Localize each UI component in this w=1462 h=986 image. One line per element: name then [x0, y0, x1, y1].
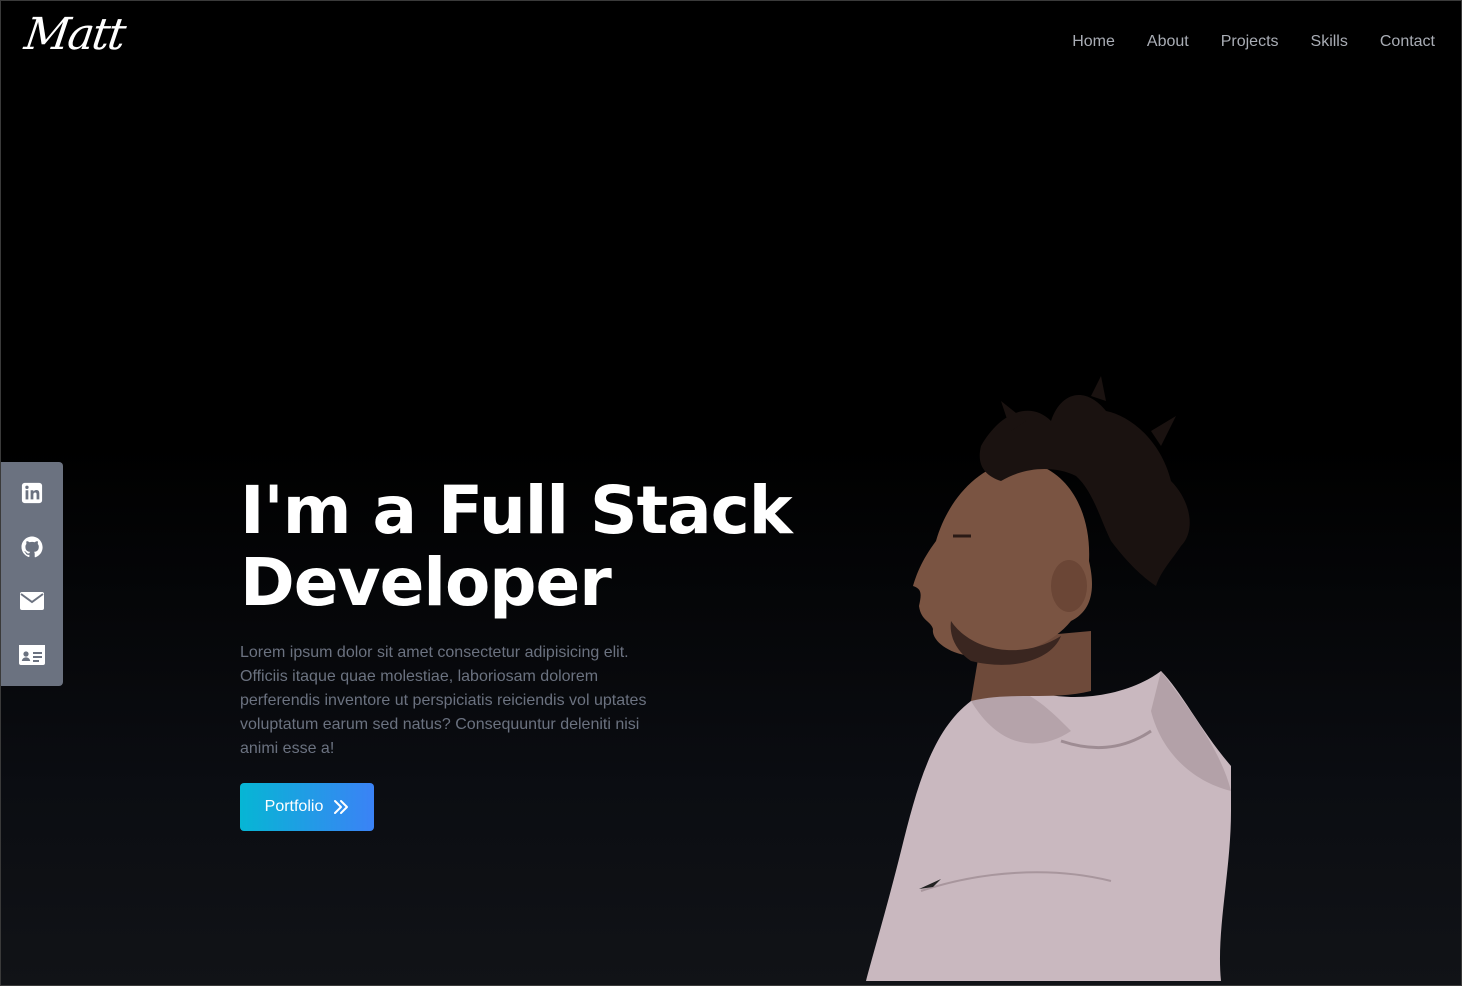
- main-nav: Home About Projects Skills Contact: [1072, 31, 1435, 53]
- linkedin-link[interactable]: [12, 473, 52, 513]
- resume-link[interactable]: [12, 635, 52, 675]
- portfolio-button-label: Portfolio: [264, 798, 324, 815]
- linkedin-icon: [21, 482, 43, 504]
- profile-portrait: [866, 376, 1231, 981]
- nav-skills[interactable]: Skills: [1311, 31, 1348, 53]
- hero-section: I'm a Full Stack Developer Lorem ipsum d…: [240, 475, 800, 761]
- logo[interactable]: Matt: [21, 7, 128, 63]
- nav-projects[interactable]: Projects: [1221, 31, 1279, 53]
- nav-contact[interactable]: Contact: [1380, 31, 1435, 53]
- hero-description: Lorem ipsum dolor sit amet consectetur a…: [240, 644, 647, 757]
- github-link[interactable]: [12, 527, 52, 567]
- hero-title-line1: I'm a Full Stack: [240, 472, 793, 549]
- hero-title-line2: Developer: [240, 544, 612, 621]
- social-sidebar: [1, 462, 63, 686]
- hero-title: I'm a Full Stack Developer: [240, 475, 800, 619]
- resume-card-icon: [19, 645, 45, 665]
- portfolio-button[interactable]: Portfolio: [240, 783, 374, 831]
- nav-home[interactable]: Home: [1072, 31, 1115, 53]
- mail-icon: [20, 592, 44, 610]
- email-link[interactable]: [12, 581, 52, 621]
- page: Matt Home About Projects Skills Contact: [0, 0, 1462, 986]
- nav-about[interactable]: About: [1147, 31, 1189, 53]
- chevrons-right-icon: [334, 800, 349, 814]
- github-icon: [21, 536, 43, 558]
